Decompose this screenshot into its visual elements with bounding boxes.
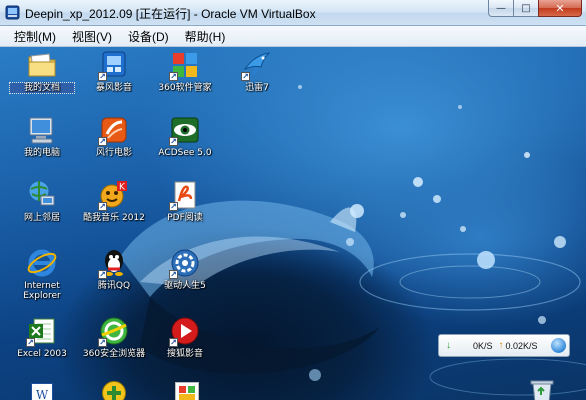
desktop-icon-sohu-video[interactable]: ↗ 搜狐影音 bbox=[153, 315, 217, 359]
desktop-icon-label: Internet Explorer bbox=[23, 281, 61, 301]
kuwo-music-icon: K ↗ bbox=[98, 179, 130, 211]
pdf-reader-icon: ↗ bbox=[169, 179, 201, 211]
desktop-icon-acdsee[interactable]: ↗ ACDSee 5.0 bbox=[153, 114, 217, 158]
desktop-icon-label: PDF阅读 bbox=[167, 213, 203, 223]
desktop-icon-my-documents[interactable]: 我的文档 bbox=[9, 49, 75, 94]
menu-bar: 控制(M) 视图(V) 设备(D) 帮助(H) bbox=[0, 26, 586, 47]
desktop-icon-label: 腾讯QQ bbox=[97, 281, 131, 291]
shortcut-arrow-icon: ↗ bbox=[26, 338, 35, 347]
shortcut-arrow-icon: ↗ bbox=[169, 137, 178, 146]
computer-icon bbox=[26, 114, 58, 146]
shortcut-arrow-icon: ↗ bbox=[241, 72, 250, 81]
desktop-icon-label: 酷我音乐 2012 bbox=[83, 213, 145, 223]
desktop-icon-label: 我的电脑 bbox=[23, 148, 60, 158]
driver-life-icon: ↗ bbox=[169, 247, 201, 279]
speed-ball-icon[interactable] bbox=[551, 338, 566, 353]
shortcut-arrow-icon: ↗ bbox=[169, 202, 178, 211]
desktop-icon-label: 风行电影 bbox=[95, 148, 132, 158]
sohu-video-icon: ↗ bbox=[169, 315, 201, 347]
close-button[interactable]: ✕ bbox=[538, 0, 582, 17]
recycle-bin-icon bbox=[528, 379, 556, 400]
excel-icon: ↗ bbox=[26, 315, 58, 347]
shortcut-arrow-icon: ↗ bbox=[169, 270, 178, 279]
menu-control[interactable]: 控制(M) bbox=[11, 28, 59, 45]
funshion-icon: ↗ bbox=[98, 114, 130, 146]
download-speed: 0K/S bbox=[473, 340, 493, 351]
upload-speed: 0.02K/S bbox=[505, 340, 538, 351]
menu-devices[interactable]: 设备(D) bbox=[125, 28, 172, 45]
net-speed-widget[interactable]: ↓ 0K/S ↑ 0.02K/S bbox=[438, 334, 570, 357]
desktop-icon-driver-life[interactable]: ↗ 驱动人生5 bbox=[153, 247, 217, 291]
shortcut-arrow-icon: ↗ bbox=[98, 202, 107, 211]
minimize-button[interactable]: — bbox=[488, 0, 514, 17]
qq-icon: ↗ bbox=[98, 247, 130, 279]
shortcut-arrow-icon: ↗ bbox=[98, 137, 107, 146]
desktop-icon-storm-player[interactable]: ↗ 暴风影音 bbox=[82, 49, 146, 93]
storm-player-icon: ↗ bbox=[98, 49, 130, 81]
360-software-manager-icon: ↗ bbox=[169, 49, 201, 81]
desktop-icon-label: 360安全浏览器 bbox=[82, 349, 146, 359]
window-title: Deepin_xp_2012.09 [正在运行] - Oracle VM Vir… bbox=[25, 7, 316, 21]
word-icon: W bbox=[31, 383, 53, 400]
menu-view[interactable]: 视图(V) bbox=[69, 28, 115, 45]
desktop-icon-qq[interactable]: ↗ 腾讯QQ bbox=[82, 247, 146, 291]
desktop-icon-partial-word[interactable]: W bbox=[26, 383, 58, 400]
desktop-icon-my-computer[interactable]: 我的电脑 bbox=[10, 114, 74, 158]
desktop-icon-label: 迅雷7 bbox=[245, 83, 269, 93]
shortcut-arrow-icon: ↗ bbox=[98, 270, 107, 279]
title-bar[interactable]: Deepin_xp_2012.09 [正在运行] - Oracle VM Vir… bbox=[0, 0, 586, 26]
desktop-icon-network[interactable]: 网上邻居 bbox=[10, 179, 74, 223]
upload-arrow-icon: ↑ bbox=[498, 340, 504, 351]
download-arrow-icon: ↓ bbox=[446, 340, 451, 351]
shortcut-arrow-icon: ↗ bbox=[98, 338, 107, 347]
desktop-icon-label: 我的文档 bbox=[9, 82, 75, 94]
desktop-icon-recycle-bin[interactable] bbox=[522, 379, 562, 400]
desktop-icon-partial-green[interactable] bbox=[98, 381, 130, 400]
svg-text:W: W bbox=[36, 388, 49, 400]
xunlei-icon: ↗ bbox=[241, 49, 273, 81]
plus-app-icon bbox=[102, 381, 126, 400]
shortcut-arrow-icon: ↗ bbox=[169, 338, 178, 347]
desktop-icon-label: 网上邻居 bbox=[23, 213, 60, 223]
desktop-icon-kuwo-music[interactable]: K ↗ 酷我音乐 2012 bbox=[82, 179, 146, 223]
desktop-icon-partial-store[interactable] bbox=[171, 382, 203, 400]
desktop-icon-label: 驱动人生5 bbox=[164, 281, 206, 291]
desktop-icon-label: 暴风影音 bbox=[95, 83, 132, 93]
desktop-icon-internet-explorer[interactable]: Internet Explorer bbox=[10, 247, 74, 301]
virtualbox-app-icon[interactable] bbox=[5, 5, 20, 20]
folder-documents-icon bbox=[26, 49, 58, 81]
desktop-icon-360-software-manager[interactable]: ↗ 360软件管家 bbox=[153, 49, 217, 93]
desktop-icon-excel[interactable]: ↗ Excel 2003 bbox=[10, 315, 74, 359]
desktop-icon-label: 搜狐影音 bbox=[166, 349, 203, 359]
app-store-icon bbox=[175, 382, 199, 400]
desktop-icon-label: 360软件管家 bbox=[158, 83, 212, 93]
menu-help[interactable]: 帮助(H) bbox=[182, 28, 229, 45]
desktop-icon-label: ACDSee 5.0 bbox=[158, 148, 212, 158]
desktop-icon-xunlei[interactable]: ↗ 迅雷7 bbox=[225, 49, 289, 93]
ie-icon bbox=[26, 247, 58, 279]
360-browser-icon: ↗ bbox=[98, 315, 130, 347]
desktop-icon-pdf-reader[interactable]: ↗ PDF阅读 bbox=[153, 179, 217, 223]
acdsee-icon: ↗ bbox=[169, 114, 201, 146]
network-icon bbox=[26, 179, 58, 211]
desktop-icon-360-browser[interactable]: ↗ 360安全浏览器 bbox=[82, 315, 146, 359]
shortcut-arrow-icon: ↗ bbox=[98, 72, 107, 81]
shortcut-arrow-icon: ↗ bbox=[169, 72, 178, 81]
guest-desktop[interactable]: 我的文档 我的电脑 网上邻居 Internet Explorer ↗ Excel… bbox=[0, 47, 586, 400]
desktop-icon-funshion[interactable]: ↗ 风行电影 bbox=[82, 114, 146, 158]
maximize-button[interactable]: □ bbox=[513, 0, 539, 17]
